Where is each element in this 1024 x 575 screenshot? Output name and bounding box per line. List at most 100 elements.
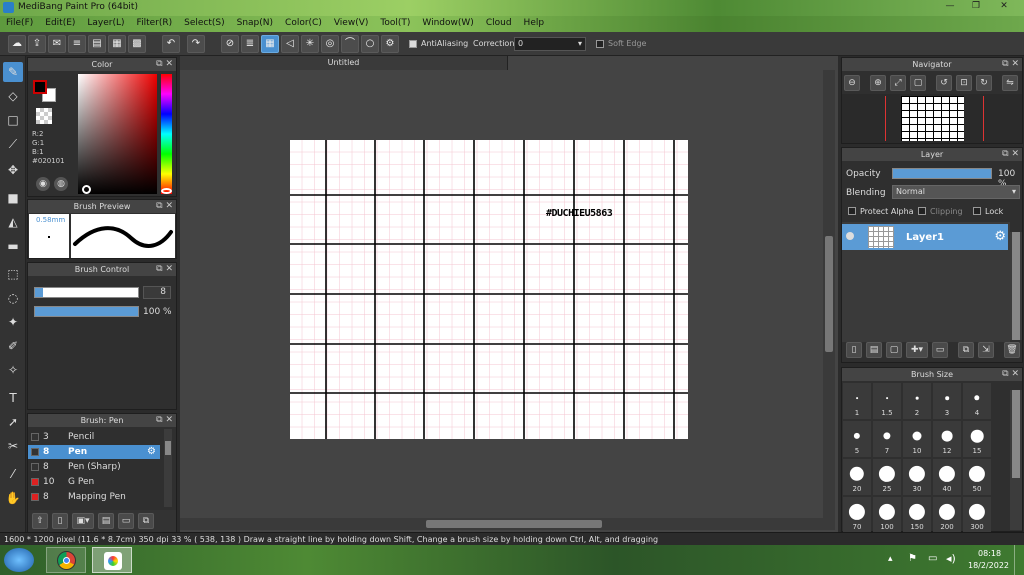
layer-opacity-slider[interactable] xyxy=(892,168,992,179)
brush-size-option[interactable]: 200 xyxy=(933,497,961,533)
curve-snap-icon[interactable]: ⌒ xyxy=(341,35,359,53)
horizontal-scroll-thumb[interactable] xyxy=(426,520,602,528)
comment-icon[interactable]: ✉ xyxy=(48,35,66,53)
volume-icon[interactable]: ◂) xyxy=(946,552,956,565)
duplicate-layer-icon[interactable]: ⧉ xyxy=(958,342,974,358)
grid-view-icon[interactable]: ▩ xyxy=(128,35,146,53)
circle-snap-icon[interactable]: ○ xyxy=(361,35,379,53)
move-tool-icon[interactable]: ✥ xyxy=(3,160,23,180)
brush-size-option[interactable]: 20 xyxy=(843,459,871,495)
new-8bit-layer-icon[interactable]: ▢ xyxy=(886,342,902,358)
eyedropper-tool-icon[interactable]: ⁄ xyxy=(3,464,23,484)
menu-snap[interactable]: Snap(N) xyxy=(231,16,279,28)
close-button[interactable]: ✕ xyxy=(992,0,1016,13)
brush-size-option[interactable]: 5 xyxy=(843,421,871,457)
clock-time[interactable]: 08:18 xyxy=(978,549,1001,558)
brush-item-g-pen[interactable]: 10 G Pen xyxy=(28,475,160,489)
brush-size-option[interactable]: 1.5 xyxy=(873,383,901,419)
menu-help[interactable]: Help xyxy=(518,16,551,28)
panel-close-icon[interactable]: ⧉ ✕ xyxy=(1002,58,1019,71)
lock-checkbox[interactable] xyxy=(973,207,981,215)
brush-size-option[interactable]: 70 xyxy=(843,497,871,533)
brush-item-mapping-pen[interactable]: 8 Mapping Pen xyxy=(28,490,160,504)
menu-cloud[interactable]: Cloud xyxy=(480,16,518,28)
select-tool-icon[interactable]: ⬚ xyxy=(3,264,23,284)
add-brush-icon[interactable]: ⇧ xyxy=(32,513,48,529)
trash-icon[interactable]: 🗑 xyxy=(1004,342,1020,358)
radial-snap-icon[interactable]: ✳ xyxy=(301,35,319,53)
show-desktop-button[interactable] xyxy=(1014,545,1024,575)
panel-close-icon[interactable]: ⧉ ✕ xyxy=(156,200,173,213)
perspective-snap-icon[interactable]: ◁ xyxy=(281,35,299,53)
antialiasing-checkbox[interactable] xyxy=(409,40,417,48)
layer-folder-icon[interactable]: ▭ xyxy=(932,342,948,358)
upload-icon[interactable]: ⇪ xyxy=(28,35,46,53)
select-eraser-icon[interactable]: ✧ xyxy=(3,360,23,380)
layer-row[interactable]: Layer1 ⚙ xyxy=(842,224,1008,250)
brush-size-scrollbar[interactable] xyxy=(1010,390,1022,530)
correction-select[interactable]: 0 ▾ xyxy=(514,37,586,51)
brush-tool-icon[interactable]: ✎ xyxy=(3,62,23,82)
brush-size-value[interactable]: 8 xyxy=(143,286,171,299)
rotate-left-icon[interactable]: ↺ xyxy=(936,75,952,91)
protect-alpha-checkbox[interactable] xyxy=(848,207,856,215)
layer-list-scrollbar[interactable] xyxy=(1010,232,1022,340)
undo-icon[interactable]: ↶ xyxy=(162,35,180,53)
panel-close-icon[interactable]: ⧉ ✕ xyxy=(1002,368,1019,381)
blending-select[interactable]: Normal ▾ xyxy=(892,185,1020,199)
text-tool-icon[interactable]: T xyxy=(3,388,23,408)
dot-tool-icon[interactable]: □ xyxy=(3,110,23,130)
clock-date[interactable]: 18/2/2022 xyxy=(968,561,1009,570)
hand-tool-icon[interactable]: ✋ xyxy=(3,488,23,508)
gear-icon[interactable]: ⚙ xyxy=(147,445,156,459)
rotate-right-icon[interactable]: ↻ xyxy=(976,75,992,91)
document-tab[interactable]: Untitled xyxy=(180,56,508,70)
menu-tool[interactable]: Tool(T) xyxy=(374,16,416,28)
brush-size-option[interactable]: 4 xyxy=(963,383,991,419)
paper-canvas[interactable]: #DUCHIEU5863 xyxy=(290,140,688,439)
foreground-color-swatch[interactable] xyxy=(33,80,47,94)
menu-window[interactable]: Window(W) xyxy=(416,16,479,28)
brush-size-option[interactable]: 40 xyxy=(933,459,961,495)
menu-color[interactable]: Color(C) xyxy=(279,16,328,28)
layer-list-scroll-thumb[interactable] xyxy=(1012,232,1020,340)
select-pen-icon[interactable]: ✐ xyxy=(3,336,23,356)
brush-size-scroll-thumb[interactable] xyxy=(1012,390,1020,478)
brush-size-option[interactable]: 50 xyxy=(963,459,991,495)
brush-size-option[interactable]: 10 xyxy=(903,421,931,457)
minimize-button[interactable]: — xyxy=(938,0,962,13)
brush-folder-icon[interactable]: ▭ xyxy=(118,513,134,529)
brush-size-option[interactable]: 150 xyxy=(903,497,931,533)
gear-icon[interactable]: ⚙ xyxy=(994,229,1006,244)
brush-size-option[interactable]: 7 xyxy=(873,421,901,457)
transparent-color-swatch[interactable] xyxy=(36,108,52,124)
snap-off-icon[interactable]: ⊘ xyxy=(221,35,239,53)
flip-icon[interactable]: ⇋ xyxy=(1002,75,1018,91)
page-icon[interactable]: ▤ xyxy=(88,35,106,53)
hue-slider-handle[interactable] xyxy=(161,188,172,194)
gradient-tool-icon[interactable]: ▬ xyxy=(3,236,23,256)
panel-close-icon[interactable]: ⧉ ✕ xyxy=(156,414,173,427)
new-brush-icon[interactable]: ▯ xyxy=(52,513,68,529)
brush-size-option[interactable]: 30 xyxy=(903,459,931,495)
bucket-tool-icon[interactable]: ◭ xyxy=(3,212,23,232)
brush-list-scrollbar[interactable] xyxy=(164,429,172,507)
actual-size-icon[interactable]: ▢ xyxy=(910,75,926,91)
saturation-value-picker[interactable] xyxy=(78,74,157,194)
brush-item-pencil[interactable]: 3 Pencil xyxy=(28,430,160,444)
horizontal-scrollbar[interactable] xyxy=(180,518,835,530)
hue-slider[interactable] xyxy=(161,74,172,194)
canvas-area[interactable]: Untitled #DUCHIEU5863 xyxy=(180,56,838,532)
start-button[interactable] xyxy=(4,548,34,572)
cloud-icon[interactable]: ☁ xyxy=(8,35,26,53)
soft-edge-checkbox[interactable] xyxy=(596,40,604,48)
network-icon[interactable]: ▭ xyxy=(928,553,937,564)
zoom-in-icon[interactable]: ⊕ xyxy=(870,75,886,91)
menu-filter[interactable]: Filter(R) xyxy=(131,16,179,28)
brush-size-option[interactable]: 1 xyxy=(843,383,871,419)
new-layer-icon[interactable]: ▯ xyxy=(846,342,862,358)
tray-arrow-icon[interactable]: ▴ xyxy=(888,554,893,564)
parallel-snap-icon[interactable]: ≣ xyxy=(241,35,259,53)
brush-item-pen[interactable]: 8 Pen ⚙ xyxy=(28,445,160,459)
divide-tool-icon[interactable]: ✂ xyxy=(3,436,23,456)
